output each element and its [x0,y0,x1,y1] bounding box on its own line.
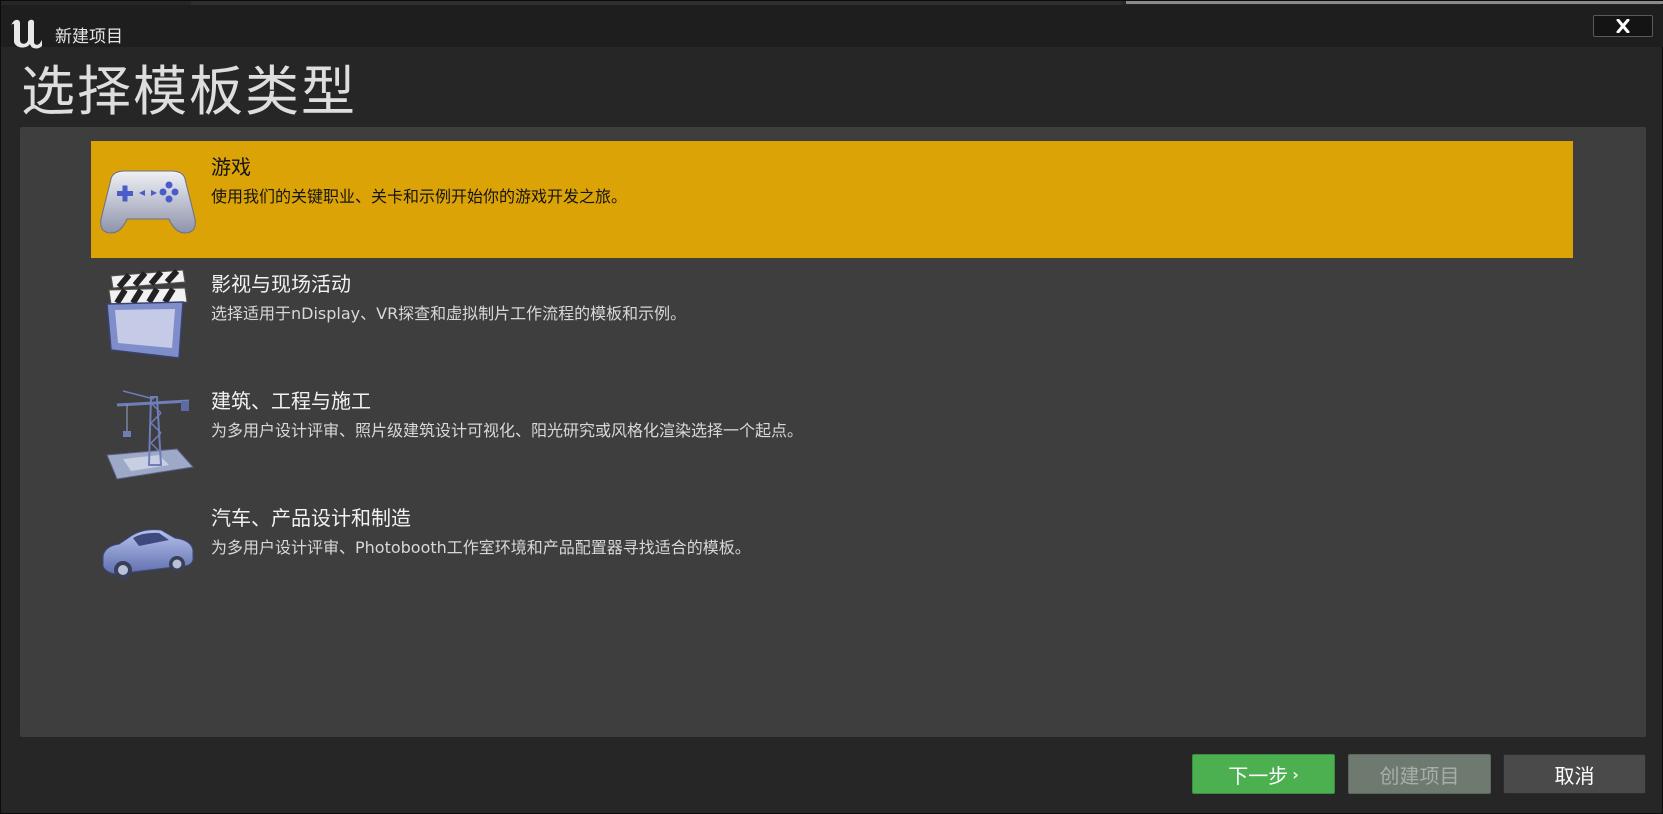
title-bar[interactable]: 新建项目 [1,5,1663,49]
close-button[interactable] [1593,15,1653,37]
chevron-right-icon: › [1292,764,1299,784]
template-name: 建筑、工程与施工 [211,389,371,413]
gamepad-icon [100,170,196,234]
template-name: 影视与现场活动 [211,272,351,296]
page-title: 选择模板类型 [21,60,357,123]
template-description: 为多用户设计评审、Photobooth工作室环境和产品配置器寻找适合的模板。 [211,538,751,557]
window-title: 新建项目 [55,27,123,47]
cancel-button[interactable]: 取消 [1503,754,1646,794]
next-button[interactable]: 下一步 › [1192,754,1335,794]
template-name: 汽车、产品设计和制造 [211,506,411,530]
next-button-label: 下一步 [1228,763,1289,788]
template-description: 为多用户设计评审、照片级建筑设计可视化、阳光研究或风格化渲染选择一个起点。 [211,421,804,440]
crane-icon [106,390,194,480]
template-item-film[interactable]: 影视与现场活动 选择适用于nDisplay、VR探查和虚拟制片工作流程的模板和示… [91,258,1573,375]
template-item-architecture[interactable]: 建筑、工程与施工 为多用户设计评审、照片级建筑设计可视化、阳光研究或风格化渲染选… [91,375,1573,492]
clapperboard-icon [106,268,188,359]
template-description: 选择适用于nDisplay、VR探查和虚拟制片工作流程的模板和示例。 [211,304,687,323]
unreal-logo-icon [11,19,42,49]
car-icon [102,529,194,579]
close-icon [1616,19,1630,33]
template-category-list: 游戏 使用我们的关键职业、关卡和示例开始你的游戏开发之旅。 影视与现场活动 选择… [20,127,1646,737]
cancel-button-label: 取消 [1554,763,1595,788]
create-project-button-label: 创建项目 [1379,763,1460,788]
background-app-strip-right [1126,1,1663,4]
template-description: 使用我们的关键职业、关卡和示例开始你的游戏开发之旅。 [211,187,628,206]
template-item-game[interactable]: 游戏 使用我们的关键职业、关卡和示例开始你的游戏开发之旅。 [91,141,1573,258]
new-project-dialog: 新建项目 选择模板类型 游戏 使用我们的关键职业、关卡和示例开始你的游戏开发之旅… [0,0,1663,814]
template-name: 游戏 [211,155,251,179]
create-project-button[interactable]: 创建项目 [1348,754,1491,794]
template-item-automotive[interactable]: 汽车、产品设计和制造 为多用户设计评审、Photobooth工作室环境和产品配置… [91,492,1573,609]
